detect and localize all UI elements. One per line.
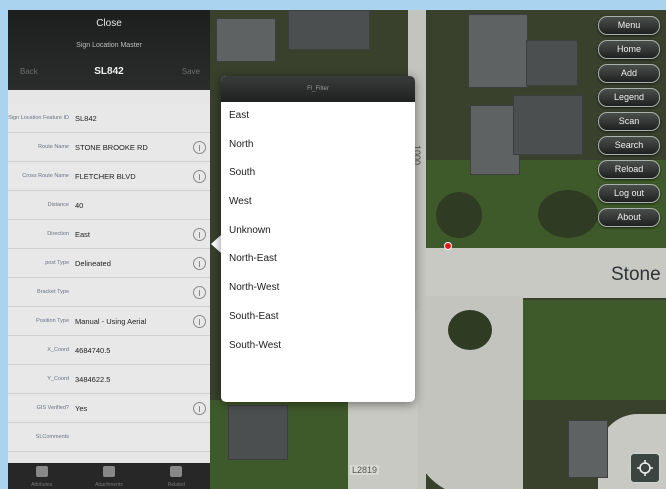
panel-header: Close Sign Location Master Back SL842 Sa… xyxy=(8,10,210,90)
direction-option-south[interactable]: South xyxy=(221,159,415,188)
scan-button[interactable]: Scan xyxy=(598,112,660,131)
field-row-distance[interactable]: Distance 40 xyxy=(8,191,210,220)
direction-option-east[interactable]: East xyxy=(221,102,415,131)
direction-option-south-east[interactable]: South-East xyxy=(221,303,415,332)
field-label: Bracket Type xyxy=(37,289,69,295)
house-roof xyxy=(216,18,276,62)
house-roof xyxy=(228,405,288,460)
direction-option-north-east[interactable]: North-East xyxy=(221,245,415,274)
attribute-fields: Sign Location Feature ID SL842 Route Nam… xyxy=(8,104,210,452)
field-row-gis-verified[interactable]: GIS Verified? Yes xyxy=(8,394,210,423)
record-id: SL842 xyxy=(94,66,124,77)
field-label: X_Coord xyxy=(47,347,69,353)
field-value[interactable]: 40 xyxy=(75,201,83,210)
add-button[interactable]: Add xyxy=(598,64,660,83)
field-row-x-coord[interactable]: X_Coord 4684740.5 xyxy=(8,336,210,365)
sign-location-form-panel: Close Sign Location Master Back SL842 Sa… xyxy=(8,10,210,489)
popover-title: Fl_Filter xyxy=(221,76,415,102)
pencil-icon xyxy=(35,466,48,477)
field-label: Sign Location Feature ID xyxy=(8,115,69,121)
field-label: Distance xyxy=(47,202,69,208)
info-icon[interactable] xyxy=(193,228,206,241)
map-menu: Menu Home Add Legend Scan Search Reload … xyxy=(598,16,662,232)
house-roof xyxy=(288,10,370,50)
field-label: Position Type xyxy=(36,318,69,324)
field-value[interactable]: 4684740.5 xyxy=(75,346,110,355)
about-button[interactable]: About xyxy=(598,208,660,227)
reload-button[interactable]: Reload xyxy=(598,160,660,179)
legend-button[interactable]: Legend xyxy=(598,88,660,107)
direction-option-unknown[interactable]: Unknown xyxy=(221,217,415,246)
field-value[interactable]: SL842 xyxy=(75,114,97,123)
locate-me-button[interactable] xyxy=(630,453,660,483)
field-value[interactable]: Yes xyxy=(75,404,87,413)
house-roof xyxy=(468,14,528,88)
lawn-area xyxy=(508,300,666,400)
direction-picker-popover: Fl_Filter East North South West Unknown … xyxy=(221,76,415,402)
field-row-post-type[interactable]: post Type Delineated xyxy=(8,249,210,278)
info-icon[interactable] xyxy=(193,286,206,299)
tab-related[interactable]: Related xyxy=(143,463,210,489)
house-roof xyxy=(568,420,608,478)
field-value[interactable]: FLETCHER BLVD xyxy=(75,172,136,181)
field-row-direction[interactable]: Direction East xyxy=(8,220,210,249)
tab-label: Attachments xyxy=(95,482,123,488)
menu-button[interactable]: Menu xyxy=(598,16,660,35)
panel-title: Sign Location Master xyxy=(76,42,142,49)
field-row-position-type[interactable]: Position Type Manual - Using Aerial xyxy=(8,307,210,336)
house-roof xyxy=(513,95,583,155)
field-row-comments[interactable]: SLComments xyxy=(8,423,210,452)
app-window: 1000 Stone B L2819 Menu Home Add Legend … xyxy=(8,10,666,489)
link-icon xyxy=(170,466,183,477)
tree-canopy xyxy=(436,192,482,238)
tree-canopy xyxy=(538,190,598,238)
info-icon[interactable] xyxy=(193,402,206,415)
field-row-route-name[interactable]: Route Name STONE BROOKE RD xyxy=(8,133,210,162)
tab-label: Attributes xyxy=(31,482,53,488)
field-value[interactable]: Delineated xyxy=(75,259,111,268)
field-row-cross-route-name[interactable]: Cross Route Name FLETCHER BLVD xyxy=(8,162,210,191)
crosshair-icon xyxy=(637,460,653,476)
info-icon[interactable] xyxy=(193,315,206,328)
home-button[interactable]: Home xyxy=(598,40,660,59)
field-value[interactable]: Manual - Using Aerial xyxy=(75,317,146,326)
camera-icon xyxy=(102,466,115,477)
house-roof xyxy=(526,40,578,86)
sign-location-marker[interactable] xyxy=(444,242,452,250)
tab-attributes[interactable]: Attributes xyxy=(8,463,75,489)
log-out-button[interactable]: Log out xyxy=(598,184,660,203)
field-label: GIS Verified? xyxy=(36,405,69,411)
popover-arrow xyxy=(211,235,221,253)
direction-option-west[interactable]: West xyxy=(221,188,415,217)
field-row-bracket-type[interactable]: Bracket Type xyxy=(8,278,210,307)
bottom-tab-bar: Attributes Attachments Related xyxy=(8,463,210,489)
field-value[interactable]: STONE BROOKE RD xyxy=(75,143,148,152)
field-value[interactable]: East xyxy=(75,230,90,239)
parcel-label: L2819 xyxy=(350,465,380,475)
direction-option-south-west[interactable]: South-West xyxy=(221,332,415,361)
street-name-label: Stone B xyxy=(611,264,666,285)
tab-attachments[interactable]: Attachments xyxy=(75,463,142,489)
save-button[interactable]: Save xyxy=(182,67,200,76)
field-row-feature-id[interactable]: Sign Location Feature ID SL842 xyxy=(8,104,210,133)
field-value[interactable]: 3484622.5 xyxy=(75,375,110,384)
field-row-y-coord[interactable]: Y_Coord 3484622.5 xyxy=(8,365,210,394)
tab-label: Related xyxy=(167,482,185,488)
close-button[interactable]: Close xyxy=(8,18,210,29)
field-label: Cross Route Name xyxy=(22,173,69,179)
direction-option-north[interactable]: North xyxy=(221,131,415,160)
field-label: post Type xyxy=(45,260,69,266)
info-icon[interactable] xyxy=(193,141,206,154)
tree-canopy xyxy=(448,310,492,350)
field-label: Y_Coord xyxy=(47,376,69,382)
field-label: Route Name xyxy=(38,144,69,150)
field-label: Direction xyxy=(47,231,69,237)
search-button[interactable]: Search xyxy=(598,136,660,155)
direction-option-north-west[interactable]: North-West xyxy=(221,274,415,303)
info-icon[interactable] xyxy=(193,170,206,183)
field-label: SLComments xyxy=(35,434,69,440)
info-icon[interactable] xyxy=(193,257,206,270)
